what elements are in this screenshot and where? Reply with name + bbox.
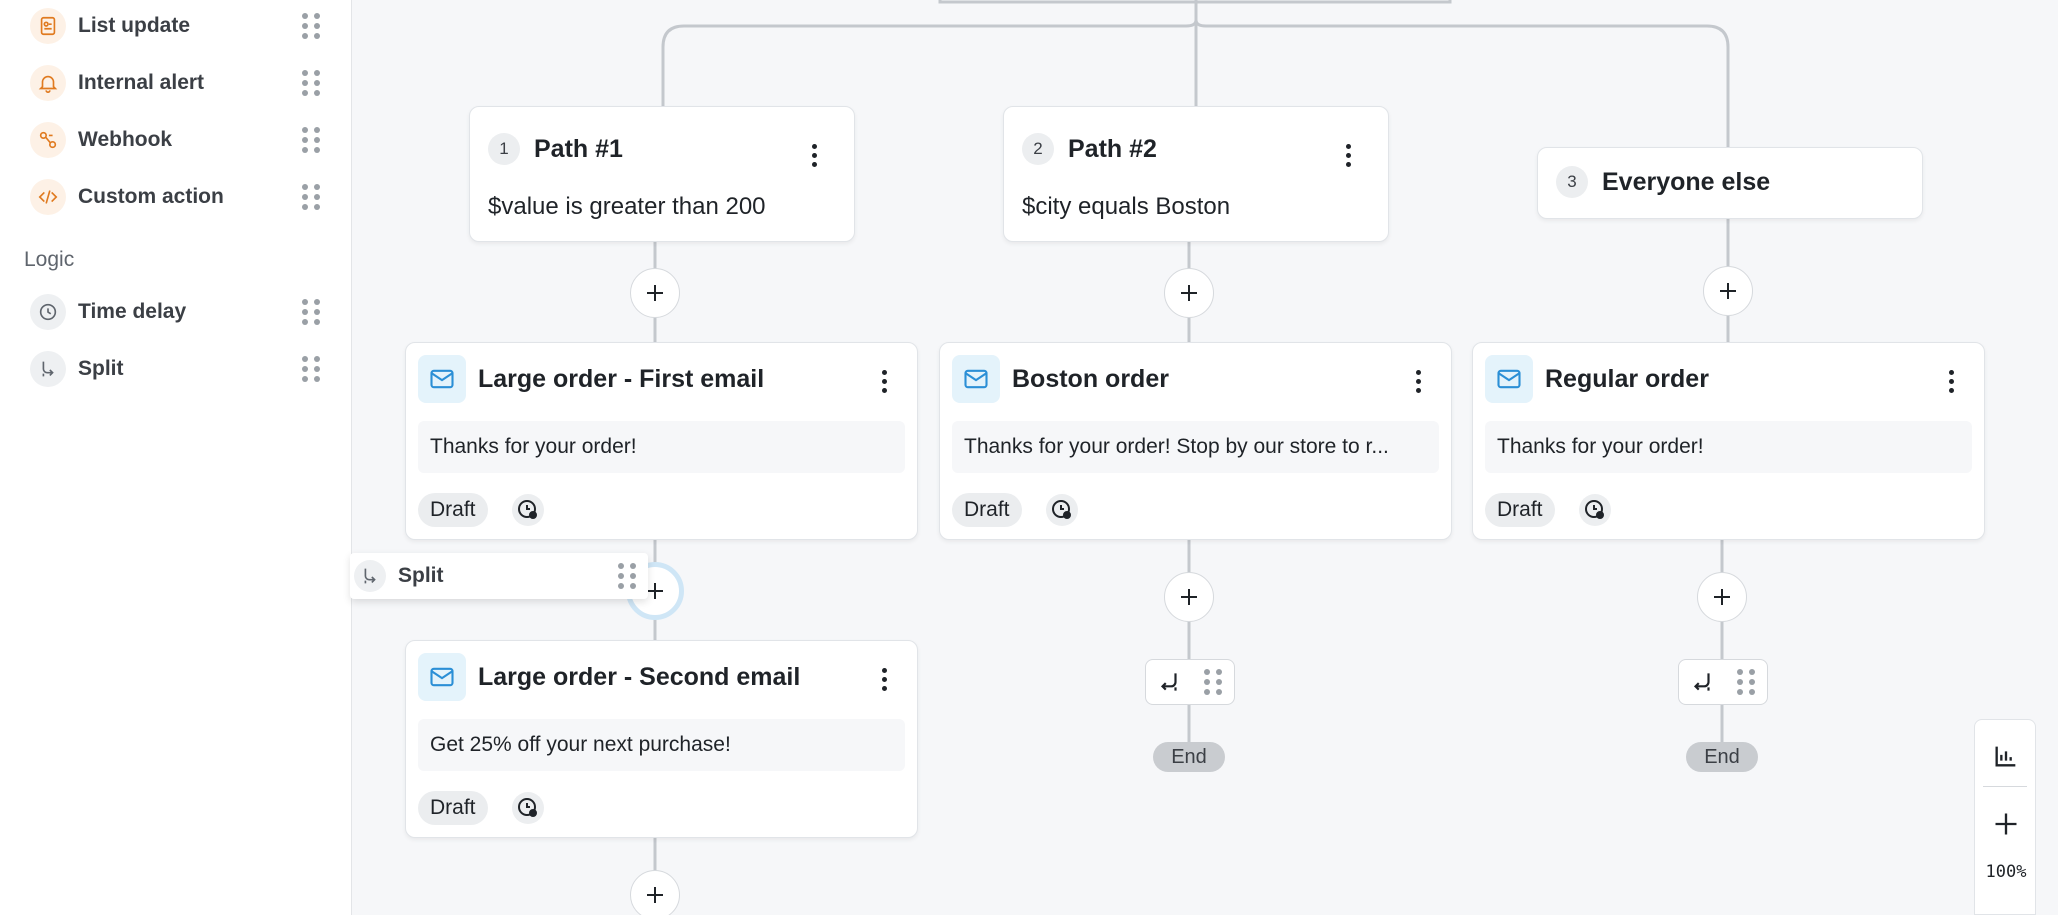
- path-header: 1 Path #1: [488, 133, 623, 165]
- divider: [1983, 786, 2027, 787]
- zoom-controls: 100%: [1974, 719, 2036, 915]
- add-step-button[interactable]: [1164, 268, 1214, 318]
- schedule-settings-icon[interactable]: [512, 792, 544, 824]
- email-icon: [952, 355, 1000, 403]
- split-node[interactable]: [1678, 659, 1768, 705]
- split-icon: [1160, 673, 1177, 691]
- email-preview: Thanks for your order! Stop by our store…: [952, 421, 1439, 473]
- more-options-icon[interactable]: [1404, 363, 1432, 399]
- plus-icon: [1995, 813, 2017, 835]
- path-number-badge: 3: [1556, 166, 1588, 198]
- email-card[interactable]: Large order - First email Thanks for you…: [405, 342, 918, 540]
- drag-handle-icon[interactable]: [618, 563, 636, 589]
- end-marker: End: [1686, 742, 1758, 772]
- path-condition: $value is greater than 200: [488, 193, 766, 220]
- email-title: Regular order: [1545, 365, 1709, 393]
- plus-icon: [647, 285, 663, 301]
- path-number-badge: 2: [1022, 133, 1054, 165]
- more-options-icon[interactable]: [870, 661, 898, 697]
- path-title: Path #1: [534, 134, 623, 163]
- path-header: 2 Path #2: [1022, 133, 1157, 165]
- more-options-icon[interactable]: [1334, 137, 1362, 173]
- add-step-button[interactable]: [1703, 266, 1753, 316]
- split-icon: [354, 560, 386, 592]
- add-step-button[interactable]: [1164, 572, 1214, 622]
- schedule-settings-icon[interactable]: [512, 494, 544, 526]
- email-icon: [418, 653, 466, 701]
- add-step-button[interactable]: [1697, 572, 1747, 622]
- schedule-settings-icon[interactable]: [1046, 494, 1078, 526]
- end-marker: End: [1153, 742, 1225, 772]
- status-badge: Draft: [1485, 493, 1555, 527]
- schedule-settings-icon[interactable]: [1579, 494, 1611, 526]
- path-header: 3 Everyone else: [1556, 166, 1770, 198]
- email-preview: Thanks for your order!: [1485, 421, 1972, 473]
- plus-icon: [1714, 589, 1730, 605]
- bar-chart-icon: [1995, 746, 2016, 767]
- email-icon: [1485, 355, 1533, 403]
- status-badge: Draft: [952, 493, 1022, 527]
- email-preview: Thanks for your order!: [418, 421, 905, 473]
- more-options-icon[interactable]: [870, 363, 898, 399]
- email-card[interactable]: Large order - Second email Get 25% off y…: [405, 640, 918, 838]
- email-title: Large order - Second email: [478, 663, 801, 691]
- plus-icon: [1181, 285, 1197, 301]
- zoom-level: 100%: [1985, 862, 2027, 882]
- path-card-3[interactable]: 3 Everyone else: [1537, 147, 1923, 219]
- path-card-2[interactable]: 2 Path #2 $city equals Boston: [1003, 106, 1389, 242]
- path-title: Everyone else: [1602, 167, 1771, 196]
- email-title: Boston order: [1012, 365, 1169, 393]
- email-card[interactable]: Boston order Thanks for your order! Stop…: [939, 342, 1452, 540]
- add-step-button[interactable]: [630, 268, 680, 318]
- analytics-button[interactable]: [1975, 728, 2037, 784]
- email-title: Large order - First email: [478, 365, 765, 393]
- more-options-icon[interactable]: [800, 137, 828, 173]
- split-node[interactable]: [1145, 659, 1235, 705]
- email-card[interactable]: Regular order Thanks for your order! Dra…: [1472, 342, 1985, 540]
- drag-handle-icon[interactable]: [1737, 669, 1755, 695]
- drag-handle-icon[interactable]: [1204, 669, 1222, 695]
- path-condition: $city equals Boston: [1022, 193, 1231, 220]
- status-badge: Draft: [418, 493, 488, 527]
- add-step-button[interactable]: [630, 870, 680, 915]
- plus-icon: [647, 887, 663, 903]
- path-number-badge: 1: [488, 133, 520, 165]
- dragging-split-item[interactable]: Split: [350, 553, 648, 599]
- email-preview: Get 25% off your next purchase!: [418, 719, 905, 771]
- email-icon: [418, 355, 466, 403]
- plus-icon: [1720, 283, 1736, 299]
- status-badge: Draft: [418, 791, 488, 825]
- zoom-in-button[interactable]: [1975, 796, 2037, 852]
- path-card-1[interactable]: 1 Path #1 $value is greater than 200: [469, 106, 855, 242]
- drag-item-label: Split: [398, 564, 444, 587]
- more-options-icon[interactable]: [1937, 363, 1965, 399]
- path-title: Path #2: [1068, 134, 1157, 163]
- split-icon: [1693, 673, 1710, 691]
- plus-icon: [1181, 589, 1197, 605]
